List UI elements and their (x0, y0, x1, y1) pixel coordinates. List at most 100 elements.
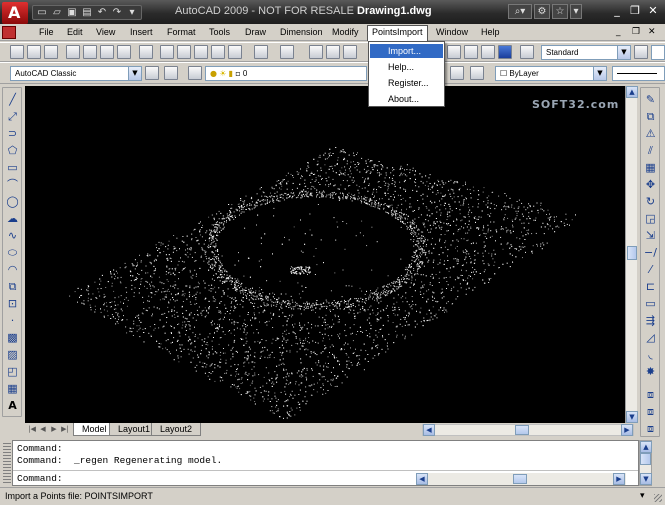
command-window-grip[interactable] (3, 441, 11, 485)
menu-modify[interactable]: Modify (328, 26, 363, 38)
cmd-scroll-right-icon[interactable]: ▶ (613, 473, 625, 485)
chevron-down-icon[interactable]: ▼ (593, 67, 606, 80)
color-combo[interactable]: ☐ ByLayer ▼ (495, 66, 607, 81)
chevron-down-icon[interactable]: ▼ (128, 67, 141, 80)
ellipse-arc-icon[interactable]: ◠ (6, 263, 19, 276)
multiline-text-icon[interactable]: A (6, 399, 19, 412)
undo-tool-icon[interactable] (254, 45, 268, 59)
make-object-layer-current-icon[interactable] (450, 66, 464, 80)
last-tab-icon[interactable]: ▶| (60, 424, 70, 435)
bring-to-front-icon[interactable]: ⧈ (644, 405, 657, 418)
resize-grip-icon[interactable] (654, 494, 662, 502)
match-properties-icon[interactable] (211, 45, 225, 59)
cmd-horizontal-thumb[interactable] (513, 474, 527, 484)
text-style-combo[interactable]: Standard ▼ (541, 45, 631, 60)
command-vertical-scrollbar[interactable]: ▲ ▼ (639, 440, 652, 486)
draw-order-icon[interactable]: ⧈ (644, 388, 657, 401)
zoom-window-icon[interactable] (343, 45, 357, 59)
minimize-button[interactable]: _ (610, 4, 624, 18)
drawing-canvas[interactable] (25, 86, 625, 423)
infocenter-dropdown-icon[interactable]: ▾ (570, 4, 582, 19)
document-icon[interactable] (2, 26, 16, 39)
help-tool-icon[interactable] (498, 45, 512, 59)
menu-tools[interactable]: Tools (205, 26, 234, 38)
cmd-scroll-left-icon[interactable]: ◀ (416, 473, 428, 485)
zoom-realtime-icon[interactable] (326, 45, 340, 59)
chevron-down-icon[interactable]: ▼ (617, 46, 630, 59)
cmd-scroll-up-icon[interactable]: ▲ (640, 441, 652, 453)
line-icon[interactable]: ╱ (6, 93, 19, 106)
publish-icon[interactable] (100, 45, 114, 59)
point-icon[interactable]: · (6, 314, 19, 327)
menu-item-register[interactable]: Register... (370, 76, 443, 90)
menu-pointsimport[interactable]: PointsImport (367, 25, 428, 41)
break-at-point-icon[interactable]: ⊏ (644, 280, 657, 293)
chamfer-icon[interactable]: ◿ (644, 331, 657, 344)
copy-icon[interactable] (177, 45, 191, 59)
communication-center-icon[interactable]: ⚙ (534, 4, 550, 19)
ellipse-icon[interactable]: ⬭ (6, 246, 19, 259)
offset-icon[interactable]: ⫽ (644, 144, 657, 157)
polygon-icon[interactable]: ⬠ (6, 144, 19, 157)
plot-icon[interactable]: ▤ (80, 6, 94, 19)
command-prompt[interactable]: Command: (17, 473, 63, 484)
properties-icon[interactable] (447, 45, 461, 59)
application-menu-button[interactable] (2, 2, 28, 24)
favorites-icon[interactable]: ☆ (552, 4, 568, 19)
restore-button[interactable]: ❐ (628, 4, 642, 18)
redo-tool-icon[interactable] (280, 45, 294, 59)
rotate-icon[interactable]: ↻ (644, 195, 657, 208)
erase-icon[interactable]: ✎ (644, 93, 657, 106)
next-tab-icon[interactable]: ▶ (49, 424, 59, 435)
fillet-icon[interactable]: ◟ (644, 348, 657, 361)
revision-cloud-icon[interactable]: ☁ (6, 212, 19, 225)
gradient-icon[interactable]: ▨ (6, 348, 19, 361)
vertical-scrollbar[interactable]: ▲ ▼ (625, 86, 638, 423)
redo-icon[interactable]: ↷ (110, 6, 124, 19)
menu-insert[interactable]: Insert (126, 26, 157, 38)
explode-icon[interactable]: ✸ (644, 365, 657, 378)
layer-previous-icon[interactable] (470, 66, 484, 80)
scroll-left-icon[interactable]: ◀ (423, 424, 435, 436)
region-icon[interactable]: ◰ (6, 365, 19, 378)
construction-line-icon[interactable]: ⤢ (6, 110, 19, 123)
copy-object-icon[interactable]: ⧉ (644, 110, 657, 123)
menu-window[interactable]: Window (432, 26, 472, 38)
scroll-down-icon[interactable]: ▼ (626, 411, 638, 423)
menu-help[interactable]: Help (477, 26, 504, 38)
doc-restore-icon[interactable]: ❐ (632, 27, 640, 37)
first-tab-icon[interactable]: |◀ (27, 424, 37, 435)
dim-style-combo[interactable] (651, 45, 665, 60)
block-editor-icon[interactable] (228, 45, 242, 59)
table-icon[interactable]: ▦ (6, 382, 19, 395)
tool-palettes-icon[interactable] (481, 45, 495, 59)
scroll-up-icon[interactable]: ▲ (626, 86, 638, 98)
dim-style-icon[interactable] (634, 45, 648, 59)
close-button[interactable]: ✕ (646, 4, 660, 18)
polyline-icon[interactable]: ⊃ (6, 127, 19, 140)
prev-tab-icon[interactable]: ◀ (38, 424, 48, 435)
doc-minimize-icon[interactable]: _ (616, 27, 621, 37)
doc-close-icon[interactable]: ✕ (648, 27, 656, 37)
workspace-settings-icon[interactable] (145, 66, 159, 80)
vertical-scroll-thumb[interactable] (627, 246, 637, 260)
scroll-right-icon[interactable]: ▶ (621, 424, 633, 436)
stretch-icon[interactable]: ⇲ (644, 229, 657, 242)
layer-properties-icon[interactable] (188, 66, 202, 80)
qnew-icon[interactable] (10, 45, 24, 59)
menu-item-import[interactable]: Import... (370, 44, 443, 58)
linetype-combo[interactable] (612, 66, 665, 81)
menu-edit[interactable]: Edit (63, 26, 87, 38)
command-horizontal-scrollbar[interactable]: ◀ ▶ (416, 473, 626, 485)
open-icon[interactable]: ▱ (50, 6, 64, 19)
extend-icon[interactable]: ⁄ (644, 263, 657, 276)
menu-format[interactable]: Format (163, 26, 200, 38)
new-icon[interactable]: ▭ (35, 6, 49, 19)
horizontal-scrollbar[interactable]: ◀ ▶ (422, 424, 634, 436)
design-center-icon[interactable] (464, 45, 478, 59)
spline-icon[interactable]: ∿ (6, 229, 19, 242)
paste-icon[interactable] (194, 45, 208, 59)
menu-item-about[interactable]: About... (370, 92, 443, 106)
search-icon[interactable]: ⌕▾ (508, 4, 532, 19)
undo-icon[interactable]: ↶ (95, 6, 109, 19)
